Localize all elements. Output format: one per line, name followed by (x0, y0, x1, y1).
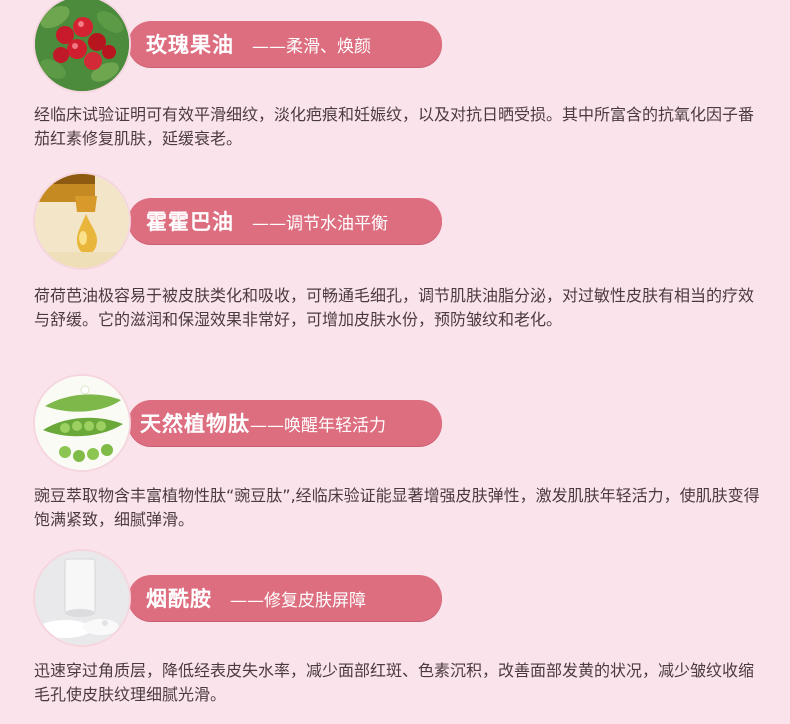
ingredient-title-pill: 烟酰胺 ——修复皮肤屏障 (128, 575, 442, 621)
ingredient-benefit: ——唤醒年轻活力 (250, 415, 386, 436)
ingredient-description: 经临床试验证明可有效平滑细纹，淡化疤痕和妊娠纹，以及对抗日晒受损。其中所富含的抗… (34, 105, 755, 148)
ingredient-title-pill: 天然植物肽 ——唤醒年轻活力 (128, 400, 442, 446)
ingredient-title-pill: 霍霍巴油 ——调节水油平衡 (128, 198, 442, 244)
ingredient-description: 迅速穿过角质层，降低经表皮失水率，减少面部红斑、色素沉积，改善面部发黄的状况，减… (34, 661, 755, 704)
ingredient-benefit: ——修复皮肤屏障 (230, 590, 366, 611)
ingredient-description: 荷荷芭油极容易于被皮肤类化和吸收，可畅通毛细孔，调节肌肤油脂分泌，对过敏性皮肤有… (34, 286, 755, 329)
ingredient-name: 天然植物肽 (140, 412, 250, 436)
ingredient-name: 烟酰胺 (146, 587, 212, 611)
ingredient-benefit: ——柔滑、焕颜 (252, 36, 371, 57)
oil-drop-icon (33, 172, 131, 270)
ingredient-name: 霍霍巴油 (146, 210, 234, 234)
white-powder-icon (33, 549, 131, 647)
ingredient-description: 豌豆萃取物含丰富植物性肽“豌豆肽”,经临床验证能显著增强皮肤弹性，激发肌肤年轻活… (34, 486, 760, 529)
ingredient-title-pill: 玫瑰果油 ——柔滑、焕颜 (128, 21, 442, 67)
ingredient-benefit: ——调节水油平衡 (252, 213, 388, 234)
ingredient-name: 玫瑰果油 (146, 33, 234, 57)
pea-pods-icon (33, 374, 131, 472)
rosehip-berries-icon (33, 0, 131, 93)
